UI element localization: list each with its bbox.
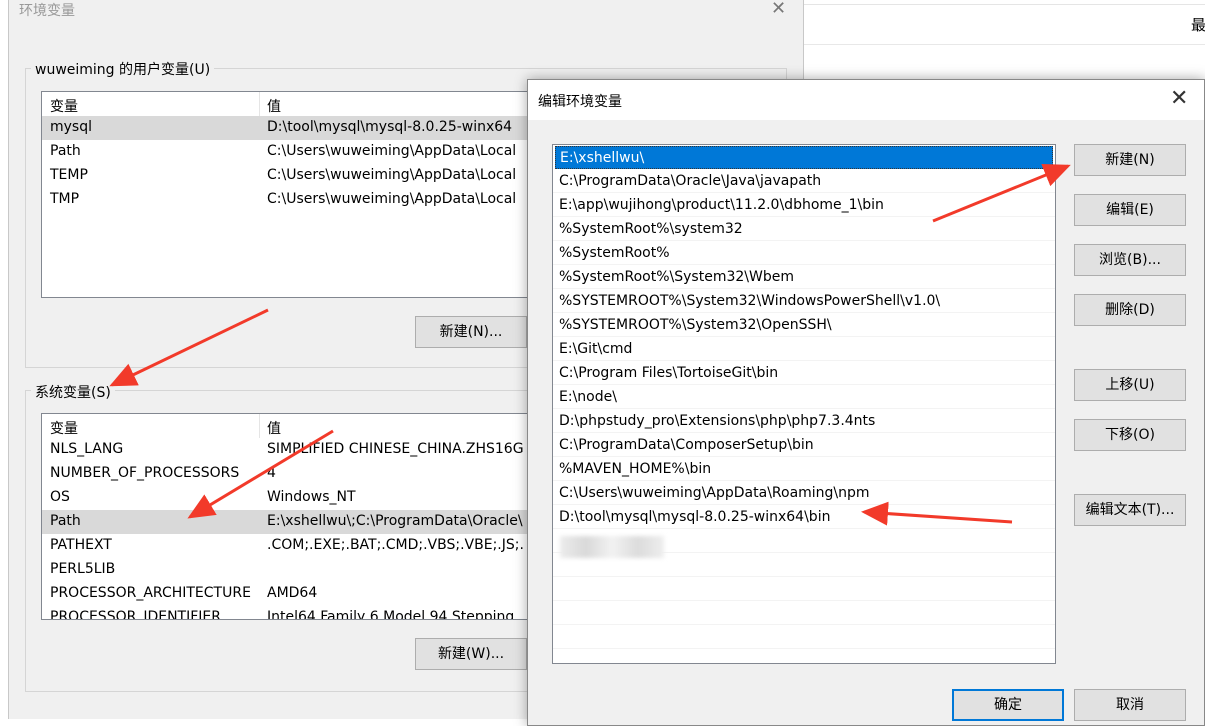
variable-value: 4 [267,465,276,481]
move-down-button[interactable]: 下移(O) [1074,419,1186,451]
ok-button[interactable]: 确定 [952,689,1064,721]
path-entry[interactable]: C:\ProgramData\ComposerSetup\bin [553,433,1055,457]
edit-path-button[interactable]: 编辑(E) [1074,194,1186,226]
variable-name: NLS_LANG [50,441,124,457]
column-header-variable[interactable]: 变量 [50,418,78,438]
column-header-value[interactable]: 值 [267,418,281,438]
system-variables-label: 系统变量(S) [31,382,115,402]
variable-name: NUMBER_OF_PROCESSORS [50,465,240,481]
edit-dialog-titlebar: 编辑环境变量 ✕ [528,80,1204,120]
delete-button[interactable]: 删除(D) [1074,294,1186,326]
column-header-value[interactable]: 值 [267,96,281,116]
path-entry[interactable]: %SYSTEMROOT%\System32\WindowsPowerShell\… [553,289,1055,313]
variable-value: C:\Users\wuweiming\AppData\Local [267,191,517,207]
background-window-clipped-text: 最 [1191,16,1205,34]
variable-name: Path [50,513,81,529]
variable-value: AMD64 [267,585,318,601]
variable-name: mysql [50,119,92,135]
path-entry[interactable]: %SYSTEMROOT%\System32\OpenSSH\ [553,313,1055,337]
variable-value: C:\Users\wuweiming\AppData\Local [267,167,517,183]
variable-value: Windows_NT [267,489,356,505]
path-entry[interactable]: %SystemRoot% [553,241,1055,265]
user-new-button[interactable]: 新建(N)... [415,316,527,348]
path-entry[interactable]: E:\xshellwu\ [555,146,1053,169]
variable-value: Intel64 Family 6 Model 94 Stepping [267,609,515,620]
variable-value: D:\tool\mysql\mysql-8.0.25-winx64 [267,119,513,135]
variable-name: TEMP [50,167,88,183]
path-entry[interactable]: D:\phpstudy_pro\Extensions\php\php7.3.4n… [553,409,1055,433]
path-entry[interactable]: E:\app\wujihong\product\11.2.0\dbhome_1\… [553,193,1055,217]
variable-name: TMP [50,191,80,207]
variable-name: PROCESSOR_IDENTIFIER [50,609,221,620]
move-up-button[interactable]: 上移(U) [1074,369,1186,401]
variable-name: OS [50,489,70,505]
path-entry[interactable]: %MAVEN_HOME%\bin [553,457,1055,481]
variable-value: SIMPLIFIED CHINESE_CHINA.ZHS16G [267,441,524,457]
path-entry-mysql[interactable]: D:\tool\mysql\mysql-8.0.25-winx64\bin [553,505,1055,529]
path-entry[interactable]: %SystemRoot%\System32\Wbem [553,265,1055,289]
edit-dialog-close-icon[interactable]: ✕ [1170,86,1188,111]
background-window-divider [800,44,1205,45]
variable-value: .COM;.EXE;.BAT;.CMD;.VBS;.VBE;.JS;. [267,537,524,553]
browse-button[interactable]: 浏览(B)... [1074,244,1186,276]
user-variables-label: wuweiming 的用户变量(U) [31,59,215,79]
path-entry-empty[interactable] [553,625,1055,649]
variable-value: C:\Users\wuweiming\AppData\Local [267,143,517,159]
edit-environment-variable-dialog: 编辑环境变量 ✕ E:\xshellwu\ C:\ProgramData\Ora… [527,79,1205,726]
variable-name: PERL5LIB [50,561,116,577]
path-entry[interactable]: C:\ProgramData\Oracle\Java\javapath [553,169,1055,193]
redacted-blur-patch [560,536,664,558]
edit-text-button[interactable]: 编辑文本(T)... [1074,494,1186,526]
background-window-border [800,4,1205,5]
env-dialog-title: 环境变量 [19,3,75,19]
variable-name: Path [50,143,81,159]
edit-dialog-title: 编辑环境变量 [538,94,622,110]
path-entry-empty[interactable] [553,577,1055,601]
path-entry[interactable]: E:\Git\cmd [553,337,1055,361]
path-entry[interactable]: C:\Program Files\TortoiseGit\bin [553,361,1055,385]
column-header-variable[interactable]: 变量 [50,96,78,116]
variable-value: E:\xshellwu\;C:\ProgramData\Oracle\ [267,513,523,529]
path-entries-list[interactable]: E:\xshellwu\ C:\ProgramData\Oracle\Java\… [552,144,1056,664]
env-dialog-close-icon[interactable]: ✕ [771,0,786,19]
path-entry[interactable]: E:\node\ [553,385,1055,409]
new-path-button[interactable]: 新建(N) [1074,144,1186,176]
path-entry[interactable]: %SystemRoot%\system32 [553,217,1055,241]
column-separator[interactable] [259,414,260,438]
cancel-button[interactable]: 取消 [1074,689,1186,721]
variable-name: PROCESSOR_ARCHITECTURE [50,585,251,601]
path-entry[interactable]: C:\Users\wuweiming\AppData\Roaming\npm [553,481,1055,505]
variable-name: PATHEXT [50,537,112,553]
column-separator[interactable] [259,92,260,116]
system-new-button[interactable]: 新建(W)... [415,638,527,670]
path-entry-empty[interactable] [553,601,1055,625]
